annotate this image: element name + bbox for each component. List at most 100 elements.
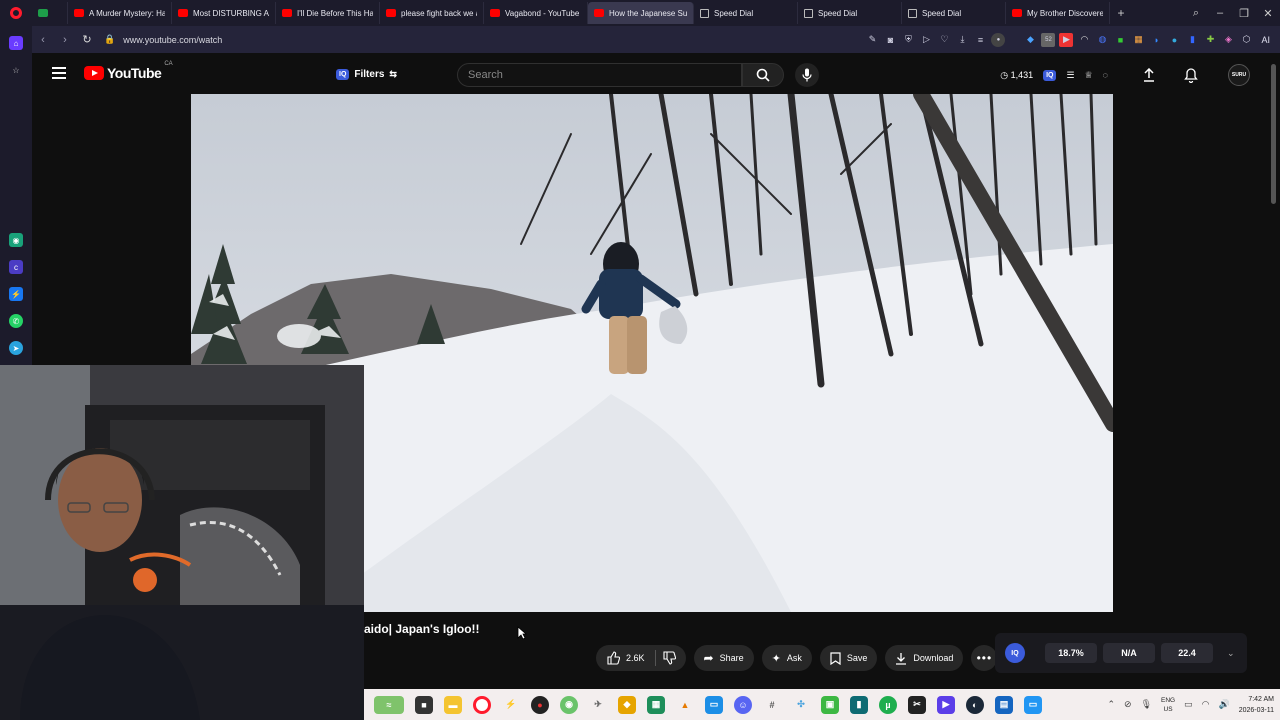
media-player-icon[interactable]: ●: [531, 695, 549, 714]
thumbs-down-icon[interactable]: [662, 651, 676, 665]
ext-badge[interactable]: 52: [1041, 32, 1056, 47]
blue-app-icon[interactable]: ▭: [705, 695, 723, 714]
teal-app-icon[interactable]: ▮: [850, 695, 868, 714]
tray-display-icon[interactable]: ▭: [1184, 699, 1193, 710]
forward-button[interactable]: ›: [54, 34, 76, 46]
ext-vpn-icon[interactable]: ●: [1167, 33, 1181, 47]
extensions-icon[interactable]: ⬡: [1239, 33, 1253, 47]
chat-icon[interactable]: ◌: [1103, 70, 1108, 80]
camera-icon[interactable]: ◙: [883, 33, 897, 47]
file-explorer-icon[interactable]: ▬: [444, 695, 462, 714]
stats-iq-badge[interactable]: IQ: [1005, 643, 1025, 663]
more-actions-button[interactable]: •••: [971, 645, 998, 671]
opera-menu-icon[interactable]: [0, 0, 32, 26]
save-button[interactable]: Save: [819, 645, 878, 671]
language-indicator[interactable]: ENG US: [1161, 696, 1175, 714]
photo-app-icon[interactable]: ▣: [821, 695, 839, 714]
steam-icon[interactable]: ◐: [966, 695, 984, 714]
ext-puzzle-icon[interactable]: ✚: [1203, 33, 1217, 47]
ai-button[interactable]: AI: [1257, 35, 1274, 45]
ext-green-icon[interactable]: ■: [1113, 33, 1127, 47]
tray-mic-icon[interactable]: 🎙: [1141, 699, 1152, 710]
store-app-icon[interactable]: ▤: [995, 695, 1013, 714]
messenger-icon[interactable]: ⚡: [9, 287, 23, 301]
ask-button[interactable]: ✦ Ask: [761, 645, 812, 671]
ext-pin-icon[interactable]: ◆: [1023, 33, 1037, 47]
new-tab-button[interactable]: +: [1110, 6, 1132, 20]
filters-button[interactable]: IQ Filters ⇆: [336, 64, 397, 84]
page-scrollbar[interactable]: [1271, 64, 1276, 204]
whatsapp-icon[interactable]: ✆: [9, 314, 23, 328]
upload-icon[interactable]: [1142, 68, 1156, 82]
ext-globe-icon[interactable]: ◍: [1095, 33, 1109, 47]
browser-tab[interactable]: A Murder Mystery: Hau: [68, 2, 172, 24]
maximize-button[interactable]: ❐: [1232, 7, 1256, 20]
heart-icon[interactable]: ♡: [937, 33, 951, 47]
browser-tab[interactable]: [32, 2, 68, 24]
aria-icon[interactable]: c: [9, 260, 23, 274]
ext-wifi-icon[interactable]: ◗: [1149, 33, 1163, 47]
chatgpt-icon[interactable]: ◉: [9, 233, 23, 247]
green-app-icon[interactable]: ◉: [560, 695, 578, 714]
share-button[interactable]: ➦ Share: [693, 645, 754, 671]
play-icon[interactable]: ▷: [919, 33, 933, 47]
pinwheel-icon[interactable]: ✣: [792, 696, 810, 714]
chevron-down-icon[interactable]: ⌄: [1227, 648, 1235, 659]
discord-icon[interactable]: ☺: [734, 695, 752, 714]
weather-widget-icon[interactable]: ≈: [374, 695, 404, 714]
tray-volume-icon[interactable]: 🔊: [1218, 699, 1229, 710]
history-counter[interactable]: ◷ 1,431: [1000, 70, 1033, 81]
profile-icon[interactable]: ●: [991, 32, 1006, 47]
system-clock[interactable]: 7:42 AM 2026-03-11: [1239, 694, 1274, 716]
tray-wifi-icon[interactable]: ◠: [1202, 699, 1210, 710]
telegram-icon[interactable]: ➤: [9, 341, 23, 355]
ext-shield-icon[interactable]: ▮: [1185, 33, 1199, 47]
bird-app-icon[interactable]: ✈: [589, 696, 607, 714]
back-button[interactable]: ‹: [32, 34, 54, 46]
avatar[interactable]: SURU: [1228, 64, 1250, 86]
home-icon[interactable]: ⌂: [9, 36, 23, 50]
ext-pink-icon[interactable]: ◈: [1221, 33, 1235, 47]
youtube-logo[interactable]: YouTube CA: [84, 61, 173, 81]
stack-app-icon[interactable]: ◆: [618, 695, 636, 714]
voice-search-button[interactable]: [795, 63, 819, 87]
browser-tab[interactable]: Speed Dial: [902, 2, 1006, 24]
close-button[interactable]: ✕: [1256, 7, 1280, 20]
opera-taskbar-icon[interactable]: [473, 695, 491, 714]
capcut-icon[interactable]: ✂: [908, 695, 926, 714]
like-button[interactable]: 2.6K: [596, 645, 686, 671]
sheets-app-icon[interactable]: ▦: [647, 695, 665, 714]
browser-tab[interactable]: I'll Die Before This Happ: [276, 2, 380, 24]
tray-chevron-up-icon[interactable]: ⌃: [1107, 699, 1115, 710]
notifications-bell-icon[interactable]: [1184, 67, 1198, 83]
menu-icon[interactable]: ≡: [973, 33, 987, 47]
shield-icon[interactable]: ⛨: [901, 33, 915, 47]
edit-icon[interactable]: ✎: [865, 33, 879, 47]
trophy-icon[interactable]: ♕: [1085, 70, 1093, 81]
rss-icon[interactable]: ◠: [1077, 33, 1091, 47]
purple-app-icon[interactable]: ▶: [937, 695, 955, 714]
tab-search-icon[interactable]: ⌕: [1184, 7, 1208, 20]
pinboard-icon[interactable]: ☆: [9, 63, 23, 77]
browser-tab[interactable]: My Brother Discovered: [1006, 2, 1110, 24]
lightning-icon[interactable]: ⚡: [502, 696, 520, 714]
slack-icon[interactable]: #: [763, 696, 781, 714]
reload-button[interactable]: ↻: [76, 33, 98, 46]
list-icon[interactable]: ☰: [1066, 70, 1074, 81]
browser-tab[interactable]: How the Japanese Sur: [588, 2, 694, 24]
search-input[interactable]: Search: [457, 63, 742, 87]
browser-tab[interactable]: Speed Dial: [694, 2, 798, 24]
vlc-icon[interactable]: ▲: [676, 696, 694, 714]
url-field[interactable]: www.youtube.com/watch: [123, 35, 222, 45]
lock-icon[interactable]: 🔒: [104, 34, 115, 45]
download-icon[interactable]: ⤓: [955, 33, 969, 47]
taskbar-terminal-icon[interactable]: ■: [415, 695, 433, 714]
browser-tab[interactable]: please fight back we ar: [380, 2, 484, 24]
browser-tab[interactable]: Vagabond - YouTube: [484, 2, 588, 24]
iq-extension-badge[interactable]: IQ: [1043, 69, 1057, 81]
search-button[interactable]: [742, 63, 784, 87]
utorrent-icon[interactable]: µ: [879, 695, 897, 714]
desktop-app-icon[interactable]: ▭: [1024, 695, 1042, 714]
minimize-button[interactable]: –: [1208, 7, 1232, 19]
hamburger-menu-icon[interactable]: [52, 67, 66, 79]
